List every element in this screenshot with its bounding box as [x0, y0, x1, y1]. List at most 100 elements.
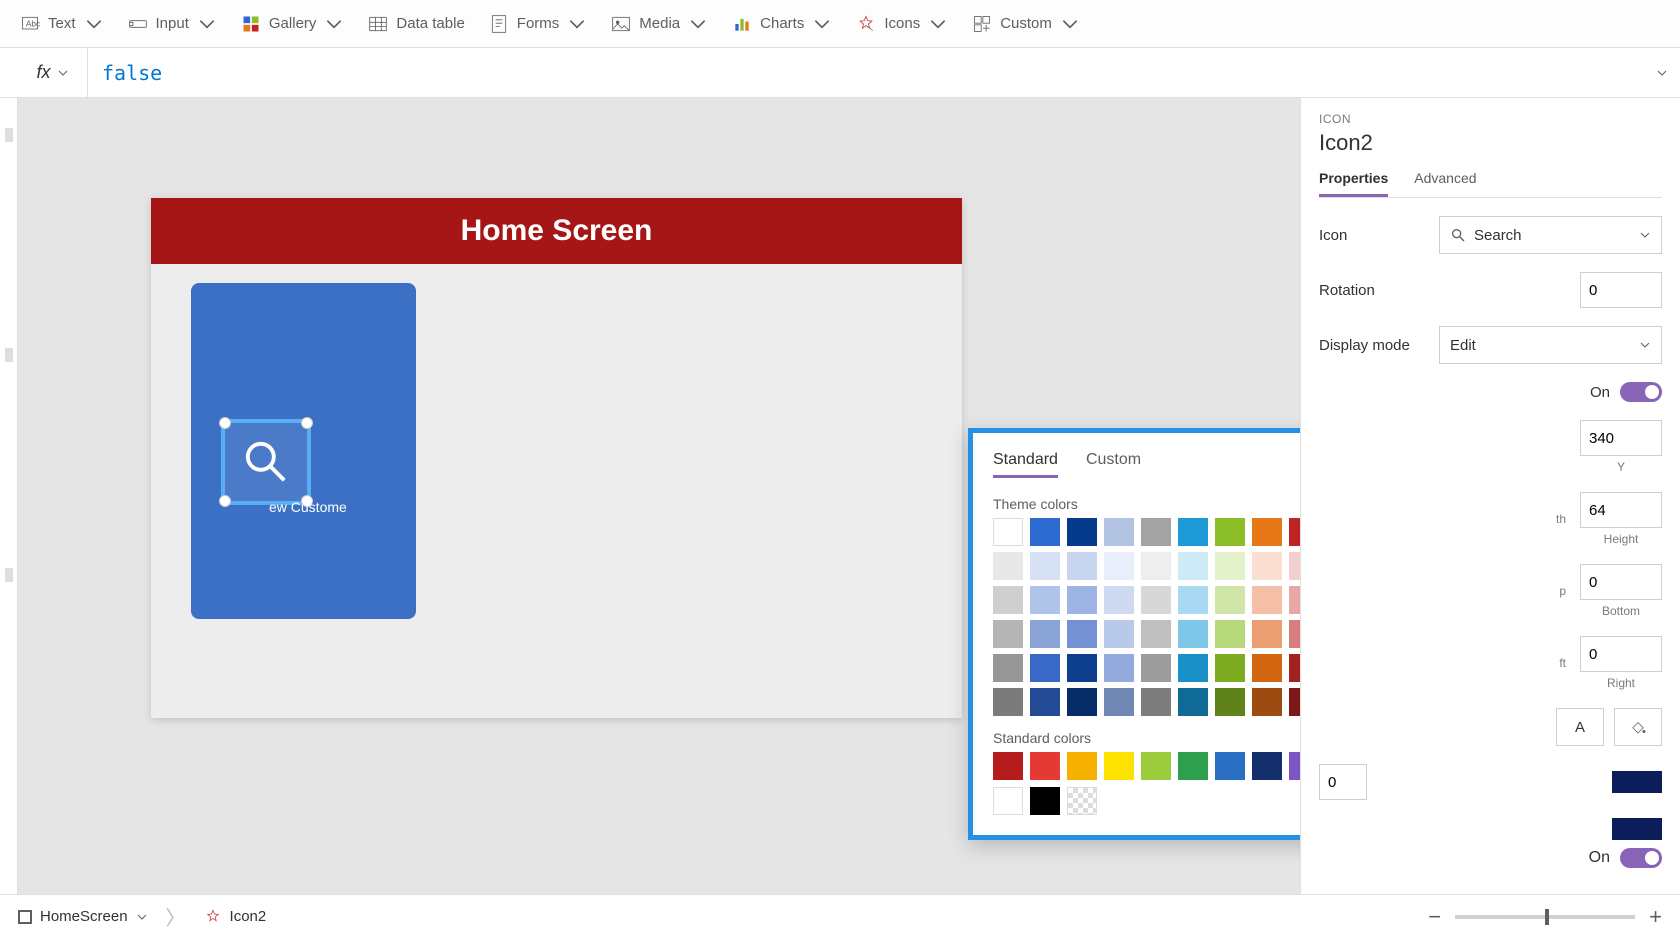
color-swatch[interactable] — [1104, 654, 1134, 682]
color-swatch[interactable] — [1289, 552, 1300, 580]
color-swatch[interactable] — [1215, 552, 1245, 580]
color-tab-custom[interactable]: Custom — [1086, 451, 1141, 478]
rail-stub[interactable] — [5, 568, 13, 582]
color-swatch[interactable] — [1030, 552, 1060, 580]
visible-toggle[interactable] — [1620, 382, 1662, 402]
toolbar-gallery-button[interactable]: Gallery — [231, 8, 355, 40]
toolbar-media-button[interactable]: Media — [601, 8, 718, 40]
color-swatch[interactable] — [1030, 586, 1060, 614]
resize-handle-tl[interactable] — [219, 417, 231, 429]
tab-advanced[interactable]: Advanced — [1414, 170, 1476, 197]
color-swatch[interactable] — [1215, 620, 1245, 648]
formula-input[interactable]: false — [88, 48, 1680, 97]
formula-property-stub[interactable] — [0, 48, 18, 97]
color-swatch[interactable] — [1289, 586, 1300, 614]
tab-properties[interactable]: Properties — [1319, 170, 1388, 197]
color-swatch[interactable] — [1030, 752, 1060, 780]
app-screen[interactable]: Home Screen ew Custome — [151, 198, 962, 718]
color-swatch[interactable] — [1141, 654, 1171, 682]
control-name[interactable]: Icon2 — [1319, 130, 1662, 156]
color-swatch[interactable] — [1104, 620, 1134, 648]
color-swatch[interactable] — [1289, 654, 1300, 682]
color-swatch[interactable] — [1289, 518, 1300, 546]
color-swatch[interactable] — [993, 688, 1023, 716]
toolbar-charts-button[interactable]: Charts — [722, 8, 842, 40]
color-swatch[interactable] — [1215, 586, 1245, 614]
toolbar-input-button[interactable]: Input — [118, 8, 227, 40]
border-width-input[interactable] — [1319, 764, 1367, 800]
rail-stub[interactable] — [5, 128, 13, 142]
color-swatch[interactable] — [1178, 552, 1208, 580]
focus-toggle[interactable] — [1620, 848, 1662, 868]
fill-button[interactable] — [1614, 708, 1662, 746]
color-swatch[interactable] — [993, 518, 1023, 546]
selected-icon-control[interactable]: ew Custome — [221, 419, 311, 505]
zoom-in-button[interactable]: + — [1649, 904, 1662, 930]
color-swatch[interactable] — [1067, 518, 1097, 546]
color-tab-standard[interactable]: Standard — [993, 451, 1058, 478]
toolbar-icons-button[interactable]: Icons — [846, 8, 958, 40]
bottom-input[interactable] — [1580, 564, 1662, 600]
y-input[interactable] — [1580, 420, 1662, 456]
color-swatch[interactable] — [1030, 518, 1060, 546]
color-swatch[interactable] — [993, 620, 1023, 648]
color-swatch[interactable] — [1178, 586, 1208, 614]
color-swatch[interactable] — [1252, 586, 1282, 614]
color-swatch[interactable] — [1252, 688, 1282, 716]
color-swatch[interactable] — [1252, 620, 1282, 648]
color-swatch[interactable] — [1067, 752, 1097, 780]
color-swatch[interactable] — [1141, 586, 1171, 614]
icon-picker[interactable]: Search — [1439, 216, 1662, 254]
displaymode-select[interactable]: Edit — [1439, 326, 1662, 364]
toolbar-datatable-button[interactable]: Data table — [358, 8, 474, 40]
zoom-out-button[interactable]: − — [1428, 904, 1441, 930]
font-button[interactable]: A — [1556, 708, 1604, 746]
blue-card[interactable]: ew Custome — [191, 283, 416, 619]
toolbar-forms-button[interactable]: Forms — [479, 8, 598, 40]
color-swatch[interactable] — [1104, 688, 1134, 716]
color-swatch[interactable] — [1178, 620, 1208, 648]
toolbar-text-button[interactable]: Abc Text — [10, 8, 114, 40]
color-swatch[interactable] — [1141, 620, 1171, 648]
color-swatch[interactable] — [1104, 518, 1134, 546]
fx-button[interactable]: fx — [18, 48, 88, 97]
color-swatch[interactable] — [1030, 654, 1060, 682]
color-swatch[interactable] — [1215, 688, 1245, 716]
color-swatch[interactable] — [1067, 688, 1097, 716]
color-swatch[interactable] — [1215, 654, 1245, 682]
color-swatch[interactable] — [1178, 654, 1208, 682]
color-swatch[interactable] — [1141, 688, 1171, 716]
color-swatch-1[interactable] — [1612, 771, 1662, 793]
toolbar-custom-button[interactable]: Custom — [962, 8, 1090, 40]
color-swatch[interactable] — [993, 654, 1023, 682]
color-swatch[interactable] — [1252, 552, 1282, 580]
color-swatch-2[interactable] — [1612, 818, 1662, 840]
color-swatch[interactable] — [993, 752, 1023, 780]
color-swatch[interactable] — [1030, 620, 1060, 648]
rotation-input[interactable] — [1580, 272, 1662, 308]
color-swatch[interactable] — [1067, 620, 1097, 648]
top-input[interactable] — [1580, 636, 1662, 672]
color-swatch[interactable] — [1104, 552, 1134, 580]
color-swatch[interactable] — [1067, 552, 1097, 580]
color-swatch[interactable] — [1252, 752, 1282, 780]
color-swatch[interactable] — [1178, 688, 1208, 716]
color-swatch[interactable] — [1141, 518, 1171, 546]
color-swatch[interactable] — [1289, 620, 1300, 648]
color-swatch[interactable] — [1215, 518, 1245, 546]
color-swatch[interactable] — [1104, 586, 1134, 614]
zoom-slider[interactable] — [1455, 915, 1635, 919]
height-input[interactable] — [1580, 492, 1662, 528]
color-swatch[interactable] — [1067, 654, 1097, 682]
resize-handle-bl[interactable] — [219, 495, 231, 507]
color-swatch[interactable] — [1030, 787, 1060, 815]
color-swatch[interactable] — [1289, 752, 1300, 780]
rail-stub[interactable] — [5, 348, 13, 362]
color-swatch[interactable] — [1178, 518, 1208, 546]
color-swatch[interactable] — [1067, 586, 1097, 614]
color-swatch[interactable] — [1252, 518, 1282, 546]
color-swatch[interactable] — [1104, 752, 1134, 780]
breadcrumb-element[interactable]: Icon2 — [204, 908, 267, 926]
color-swatch[interactable] — [1067, 787, 1097, 815]
color-swatch[interactable] — [993, 787, 1023, 815]
